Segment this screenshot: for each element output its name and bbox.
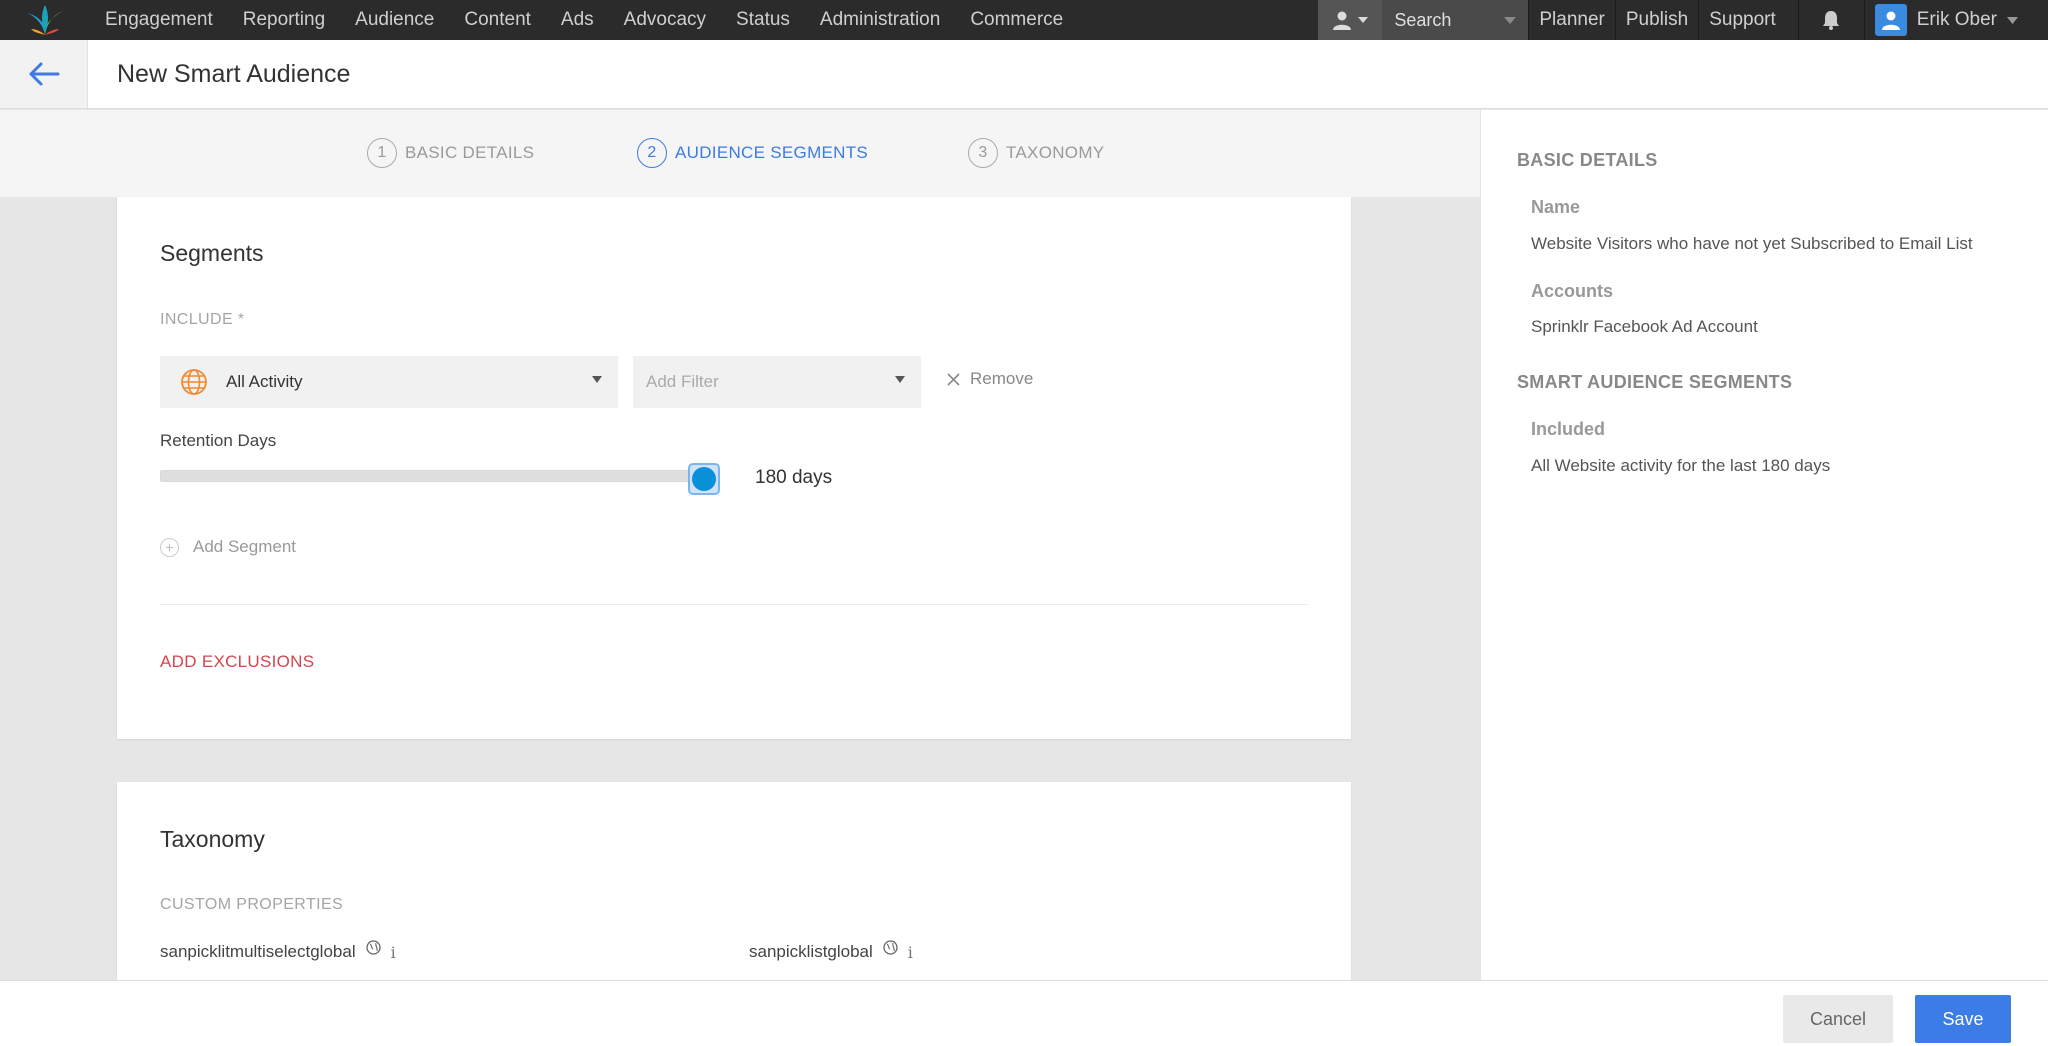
summary-name-label: Name: [1531, 197, 1581, 217]
search-label: Search: [1394, 9, 1452, 30]
step-taxonomy[interactable]: 3 TAXONOMY: [968, 138, 1104, 168]
custom-properties-label: CUSTOM PROPERTIES: [160, 896, 344, 913]
search-input[interactable]: Search: [1382, 0, 1529, 40]
nav-content[interactable]: Content: [449, 0, 546, 40]
nav-publish[interactable]: Publish: [1614, 0, 1698, 40]
summary-basic-details-heading: BASIC DETAILS: [1517, 150, 1658, 170]
nav-planner[interactable]: Planner: [1528, 0, 1615, 40]
info-icon[interactable]: i: [908, 943, 913, 962]
close-icon: [947, 372, 960, 386]
taxonomy-title: Taxonomy: [160, 826, 265, 852]
add-segment-label: Add Segment: [193, 537, 297, 556]
add-filter-dropdown[interactable]: Add Filter: [633, 356, 921, 408]
info-icon[interactable]: i: [391, 943, 396, 962]
activity-value: All Activity: [226, 372, 303, 391]
chevron-down-icon: [1504, 16, 1517, 24]
save-button[interactable]: Save: [1915, 995, 2011, 1043]
segments-card: Segments INCLUDE * All Activity Add Filt…: [117, 197, 1351, 739]
nav-engagement[interactable]: Engagement: [90, 0, 228, 40]
nav-status[interactable]: Status: [721, 0, 805, 40]
summary-accounts-value: Sprinklr Facebook Ad Account: [1531, 317, 1758, 336]
remove-button[interactable]: Remove: [947, 369, 1033, 389]
slider-dot: [692, 467, 716, 491]
summary-included-value: All Website activity for the last 180 da…: [1531, 456, 1831, 475]
plus-icon: +: [160, 537, 179, 557]
user-name: Erik Ober: [1916, 9, 1997, 30]
retention-label: Retention Days: [160, 431, 277, 450]
arrow-left-icon: [29, 62, 59, 86]
add-segment-button[interactable]: + Add Segment: [160, 537, 296, 557]
globe-icon: [883, 939, 898, 955]
cancel-button[interactable]: Cancel: [1783, 995, 1893, 1043]
nav-advocacy[interactable]: Advocacy: [609, 0, 721, 40]
activity-dropdown[interactable]: All Activity: [160, 356, 618, 408]
page-header: New Smart Audience: [0, 40, 2048, 109]
taxonomy-card: Taxonomy CUSTOM PROPERTIES sanpicklitmul…: [117, 782, 1351, 982]
summary-included-label: Included: [1531, 419, 1606, 439]
retention-value: 180 days: [755, 467, 833, 488]
back-button[interactable]: [0, 40, 88, 108]
step-label: TAXONOMY: [1006, 143, 1105, 162]
globe-icon: [181, 369, 207, 395]
avatar: [1874, 4, 1907, 36]
step-label: AUDIENCE SEGMENTS: [675, 143, 869, 162]
divider: [160, 604, 1308, 605]
property-name: sanpicklistglobal: [749, 942, 873, 961]
segments-title: Segments: [160, 240, 264, 266]
property-name: sanpicklitmultiselectglobal: [160, 942, 356, 961]
retention-slider-fill: [161, 471, 719, 481]
step-label: BASIC DETAILS: [405, 143, 535, 162]
bell-icon[interactable]: [1797, 0, 1864, 40]
sprinklr-logo[interactable]: [0, 0, 90, 40]
chevron-down-icon: [1358, 17, 1369, 23]
step-number: 1: [367, 138, 397, 168]
property-item: sanpicklitmultiselectglobal i: [160, 939, 396, 962]
globe-icon: [365, 939, 381, 955]
page-title: New Smart Audience: [117, 60, 351, 88]
filter-placeholder: Add Filter: [646, 372, 719, 391]
retention-slider-track[interactable]: [160, 470, 720, 482]
caret-down-icon: [895, 376, 905, 383]
person-dropdown[interactable]: [1318, 0, 1383, 40]
wizard-stepper: 1 BASIC DETAILS 2 AUDIENCE SEGMENTS 3 TA…: [0, 110, 1480, 197]
step-number: 2: [637, 138, 667, 168]
footer-bar: Cancel Save: [0, 980, 2048, 1046]
include-label: INCLUDE *: [160, 311, 245, 328]
step-number: 3: [968, 138, 998, 168]
caret-down-icon: [592, 376, 602, 383]
property-item: sanpicklistglobal i: [749, 939, 913, 962]
retention-slider-handle[interactable]: [688, 463, 720, 495]
person-icon: [1333, 11, 1352, 30]
nav-administration[interactable]: Administration: [805, 0, 955, 40]
summary-name-value: Website Visitors who have not yet Subscr…: [1531, 234, 1973, 253]
nav-commerce[interactable]: Commerce: [955, 0, 1078, 40]
step-basic-details[interactable]: 1 BASIC DETAILS: [367, 138, 534, 168]
add-exclusions-link[interactable]: ADD EXCLUSIONS: [160, 652, 314, 672]
summary-panel: BASIC DETAILS Name Website Visitors who …: [1480, 110, 2048, 980]
summary-accounts-label: Accounts: [1531, 281, 1614, 301]
nav-audience[interactable]: Audience: [340, 0, 449, 40]
nav-reporting[interactable]: Reporting: [228, 0, 340, 40]
chevron-down-icon: [2007, 16, 2018, 24]
remove-label: Remove: [970, 369, 1034, 388]
step-audience-segments[interactable]: 2 AUDIENCE SEGMENTS: [637, 138, 868, 168]
nav-ads[interactable]: Ads: [546, 0, 609, 40]
top-nav: Engagement Reporting Audience Content Ad…: [0, 0, 2048, 40]
summary-segments-heading: SMART AUDIENCE SEGMENTS: [1517, 372, 1793, 392]
nav-support[interactable]: Support: [1698, 0, 1798, 40]
user-menu[interactable]: Erik Ober: [1863, 0, 2048, 40]
